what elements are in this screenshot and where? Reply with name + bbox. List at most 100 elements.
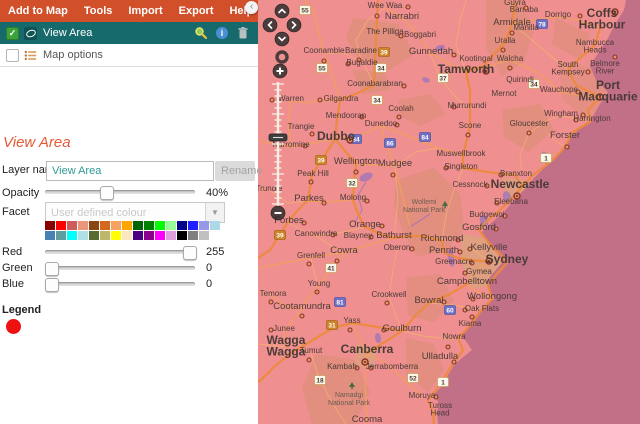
map-town: Cooma [352,414,383,424]
map-options-checkbox[interactable] [6,49,19,62]
park-name: National Park [403,207,446,214]
color-swatch[interactable] [122,221,132,230]
town-label: Dorrigo [545,10,572,19]
menu-item-tools[interactable]: Tools [84,5,113,17]
map-town: Muswellbrook [437,149,487,158]
color-swatch[interactable] [100,221,110,230]
town-label: Baradine [345,46,378,55]
color-swatch[interactable] [144,231,154,240]
color-swatch[interactable] [111,221,121,230]
color-swatch[interactable] [166,221,176,230]
color-swatch[interactable] [67,221,77,230]
zoom-to-layer-icon[interactable] [194,26,208,40]
color-swatch[interactable] [89,231,99,240]
facet-select[interactable]: User defined colour ▼ [45,202,225,223]
pan-down-button[interactable] [275,32,289,46]
route-shield-number: 34 [377,65,385,72]
map-town: Molong [340,193,369,203]
color-swatch[interactable] [177,221,187,230]
layer-name-input[interactable] [46,161,214,181]
pan-left-button[interactable] [263,18,277,32]
panel-collapse-button[interactable]: ‹ [245,1,258,14]
map-town: Bugaldie [346,58,378,67]
green-slider-handle[interactable] [45,262,59,276]
map-town: Sydney [486,252,529,266]
color-swatch[interactable] [133,221,143,230]
town-marker [309,180,313,184]
color-swatch[interactable] [56,231,66,240]
town-label: Narrabri [385,11,419,22]
route-shield-number: 1 [544,155,548,162]
menu-item-import[interactable]: Import [128,5,162,17]
zoom-in-button[interactable] [273,64,287,78]
color-swatch[interactable] [111,231,121,240]
opacity-slider-track[interactable] [45,190,195,194]
map-town: Gosford [462,222,498,233]
menu-bar: Add to MapToolsImportExportHelp [0,0,258,22]
color-swatch[interactable] [100,231,110,240]
color-swatch[interactable] [199,221,209,230]
zoom-out-button[interactable] [271,206,285,220]
town-label: Nowra [442,332,466,341]
map-route-shield: 55 [317,64,328,73]
map-town: Mendooran [326,111,366,120]
town-label: Armidale [493,17,531,28]
blue-slider-track[interactable] [45,282,195,286]
color-swatch[interactable] [45,221,55,230]
map-route-shield: 55 [300,6,311,15]
layer-row-view-area[interactable]: ✓ View Area i [0,22,258,44]
chevron-down-icon[interactable]: ▼ [205,203,224,222]
town-label: Harrington [573,114,610,123]
color-swatch[interactable] [188,231,198,240]
town-label: Mernot [492,89,518,98]
color-swatch[interactable] [155,221,165,230]
map-town: Wauchope [540,85,580,94]
map-route-shield: 1 [541,154,552,163]
color-swatch[interactable] [199,231,209,240]
opacity-slider-handle[interactable] [100,186,114,200]
trash-icon[interactable] [236,26,250,40]
pan-up-button[interactable] [275,4,289,18]
map-town: Gilgandra [318,94,359,103]
map-town: Coonabarabran [347,79,406,88]
color-swatch[interactable] [122,231,132,240]
town-label: Oak Flats [465,304,499,313]
legend-list-icon [24,50,37,61]
info-icon[interactable]: i [215,26,229,40]
color-swatch[interactable] [144,221,154,230]
color-swatch[interactable] [67,231,77,240]
map-town: Gymea [463,267,492,276]
menu-item-add-to-map[interactable]: Add to Map [8,5,68,17]
route-shield-number: 86 [386,140,394,147]
rename-button[interactable]: Rename [215,161,255,181]
color-swatch[interactable] [89,221,99,230]
green-value: 0 [206,262,212,274]
layer-checkbox[interactable]: ✓ [6,27,19,40]
zoom-slider-handle[interactable] [269,134,287,141]
color-swatch[interactable] [177,231,187,240]
town-label: Cootamundra [273,301,331,312]
color-swatch[interactable] [133,231,143,240]
color-swatch[interactable] [78,231,88,240]
town-label: Coonamble [304,46,345,55]
color-swatch[interactable] [78,221,88,230]
town-label: Sydney [486,252,529,266]
color-swatch[interactable] [166,231,176,240]
color-swatch[interactable] [188,221,198,230]
blue-slider-handle[interactable] [45,278,59,292]
town-label: Singleton [444,162,477,171]
map-town: Oak Flats [463,304,499,313]
red-slider-track[interactable] [45,250,195,254]
color-swatch[interactable] [155,231,165,240]
map-viewport[interactable]: 5555393437347834848486393213941813160521… [258,0,640,424]
color-swatch[interactable] [56,221,66,230]
menu-item-export[interactable]: Export [179,5,214,17]
color-swatch[interactable] [210,221,220,230]
map-options-row[interactable]: Map options [0,44,258,67]
town-label: Greenacre [435,257,473,266]
color-swatch[interactable] [45,231,55,240]
green-slider-track[interactable] [45,266,195,270]
red-slider-handle[interactable] [183,246,197,260]
pan-right-button[interactable] [287,18,301,32]
map[interactable]: 5555393437347834848486393213941813160521… [258,0,640,424]
